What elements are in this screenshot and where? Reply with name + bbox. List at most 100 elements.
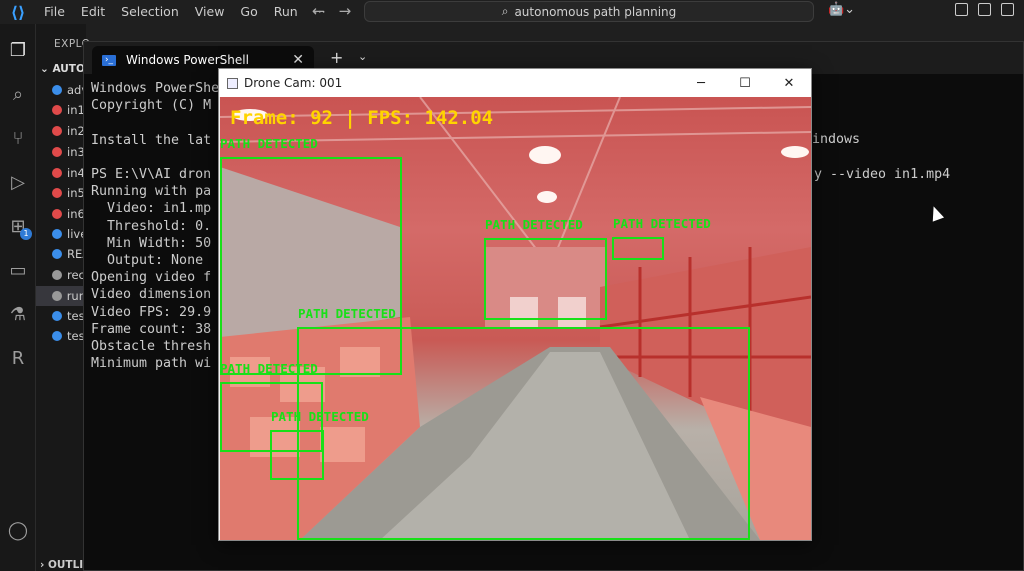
menu-go[interactable]: Go (232, 0, 265, 24)
maximize-icon[interactable]: ☐ (723, 69, 767, 97)
file-item[interactable]: in5 (52, 183, 85, 203)
detection-box (297, 327, 750, 540)
tab-dropdown-icon[interactable]: ⌄ (358, 50, 367, 63)
nav-arrows: ← → (312, 2, 351, 20)
video-file-icon (52, 168, 62, 178)
command-center-search[interactable]: ⌕ autonomous path planning (364, 1, 814, 22)
terminal-line: PS E:\V\AI dron (91, 167, 212, 183)
terminal-line: Video dimension (91, 287, 212, 303)
text-file-icon (52, 291, 62, 301)
close-tab-icon[interactable]: ✕ (292, 52, 304, 68)
new-tab-icon[interactable]: + (330, 48, 343, 67)
copilot-icon[interactable]: 🤖⌄ (828, 2, 855, 17)
detection-box (612, 237, 664, 260)
powershell-icon: ›_ (102, 54, 116, 66)
explorer-sidebar: EXPLO ⌄ AUTO adv in1 in2 in3 in4 in5 in6… (36, 24, 90, 571)
python-file-icon (52, 229, 62, 239)
file-item[interactable]: live (52, 224, 87, 244)
python-file-icon (52, 331, 62, 341)
tab-title: Windows PowerShell (126, 53, 249, 67)
menu-view[interactable]: View (187, 0, 233, 24)
r-language-icon[interactable]: R (0, 340, 36, 376)
explorer-icon[interactable]: ❐ (0, 32, 36, 68)
search-text: autonomous path planning (514, 4, 677, 19)
file-item[interactable]: in2 (52, 121, 85, 141)
detection-label: PATH DETECTED (485, 217, 583, 232)
remote-explorer-icon[interactable]: ▭ (0, 252, 36, 288)
terminal-line: Windows PowerShe (91, 81, 220, 96)
close-icon[interactable]: ✕ (767, 69, 811, 97)
toggle-panel-icon[interactable] (1001, 3, 1014, 16)
back-arrow-icon[interactable]: ← (312, 2, 325, 20)
detection-box (484, 238, 607, 320)
account-icon[interactable]: ◯ (0, 512, 36, 548)
file-item[interactable]: in6 (52, 204, 85, 224)
file-item[interactable]: in4 (52, 163, 85, 183)
vscode-titlebar: ⟨⟩ File Edit Selection View Go Run ··· ←… (0, 0, 1024, 24)
terminal-line: Obstacle thresh (91, 339, 212, 355)
drone-cam-title: Drone Cam: 001 (244, 76, 343, 90)
detection-box (270, 430, 324, 480)
folder-name: AUTO (52, 63, 85, 75)
file-item[interactable]: in1 (52, 100, 85, 120)
detection-label: PATH DETECTED (220, 361, 318, 376)
drone-cam-window: Drone Cam: 001 ─ ☐ ✕ Frame: 92 | FPS: 14… (218, 68, 812, 541)
toggle-sidebar-icon[interactable] (978, 3, 991, 16)
terminal-line: Opening video f (91, 270, 212, 286)
vscode-logo-icon: ⟨⟩ (10, 2, 26, 22)
file-item[interactable]: in3 (52, 142, 85, 162)
detection-label: PATH DETECTED (271, 409, 369, 424)
terminal-line: Threshold: 0. (91, 218, 212, 234)
file-item[interactable]: tes (52, 326, 85, 346)
search-activity-icon[interactable]: ⌕ (0, 76, 36, 112)
terminal-line-fragment: indows (812, 132, 861, 147)
extensions-icon[interactable]: ⊞ 1 (0, 208, 36, 244)
video-file-icon (52, 209, 62, 219)
layout-customize-icon[interactable] (955, 3, 968, 16)
terminal-line: Min Width: 50 (91, 235, 212, 251)
video-file-icon (52, 147, 62, 157)
python-file-icon (52, 85, 62, 95)
drone-video-frame: Frame: 92 | FPS: 142.04 PATH DETECTED PA… (220, 97, 811, 540)
terminal-line: Video FPS: 29.9 (91, 304, 212, 320)
terminal-line: Frame count: 38 (91, 321, 212, 337)
detection-label: PATH DETECTED (613, 216, 711, 231)
run-debug-icon[interactable]: ▷ (0, 164, 36, 200)
frame-fps-overlay: Frame: 92 | FPS: 142.04 (230, 107, 494, 129)
terminal-line: Output: None (91, 253, 204, 269)
video-file-icon (52, 126, 62, 136)
file-item[interactable]: rec (52, 265, 85, 285)
video-file-icon (52, 105, 62, 115)
menu-edit[interactable]: Edit (73, 0, 113, 24)
source-control-icon[interactable]: ⑂ (0, 120, 36, 156)
menu-file[interactable]: File (36, 0, 73, 24)
file-item-selected[interactable]: run (36, 286, 86, 306)
window-icon (227, 77, 238, 89)
menu-run[interactable]: Run (266, 0, 306, 24)
forward-arrow-icon[interactable]: → (339, 2, 352, 20)
detection-label: PATH DETECTED (220, 136, 318, 151)
text-file-icon (52, 270, 62, 280)
python-file-icon (52, 311, 62, 321)
layout-controls (955, 3, 1014, 16)
terminal-line: Copyright (C) M (91, 98, 212, 114)
file-item[interactable]: tes (52, 306, 85, 326)
detection-label: PATH DETECTED (298, 306, 396, 321)
terminal-line: Running with pa (91, 184, 212, 200)
menu-selection[interactable]: Selection (113, 0, 187, 24)
activity-bar: ❐ ⌕ ⑂ ▷ ⊞ 1 ▭ ⚗ R ◯ (0, 24, 36, 571)
minimize-icon[interactable]: ─ (679, 69, 723, 97)
testing-icon[interactable]: ⚗ (0, 296, 36, 332)
drone-cam-titlebar[interactable]: Drone Cam: 001 ─ ☐ ✕ (219, 69, 811, 97)
terminal-command-fragment: y --video in1.mp4 (814, 167, 951, 182)
terminal-line: Video: in1.mp (91, 201, 212, 217)
video-file-icon (52, 188, 62, 198)
terminal-output[interactable]: Windows PowerShe Copyright (C) M Install … (91, 80, 219, 372)
search-icon: ⌕ (501, 4, 509, 18)
folder-section[interactable]: ⌄ AUTO (40, 63, 85, 75)
terminal-line: Install the lat (91, 132, 212, 148)
outline-section[interactable]: › OUTLI (40, 559, 83, 571)
terminal-line: Minimum path wi (91, 356, 212, 372)
